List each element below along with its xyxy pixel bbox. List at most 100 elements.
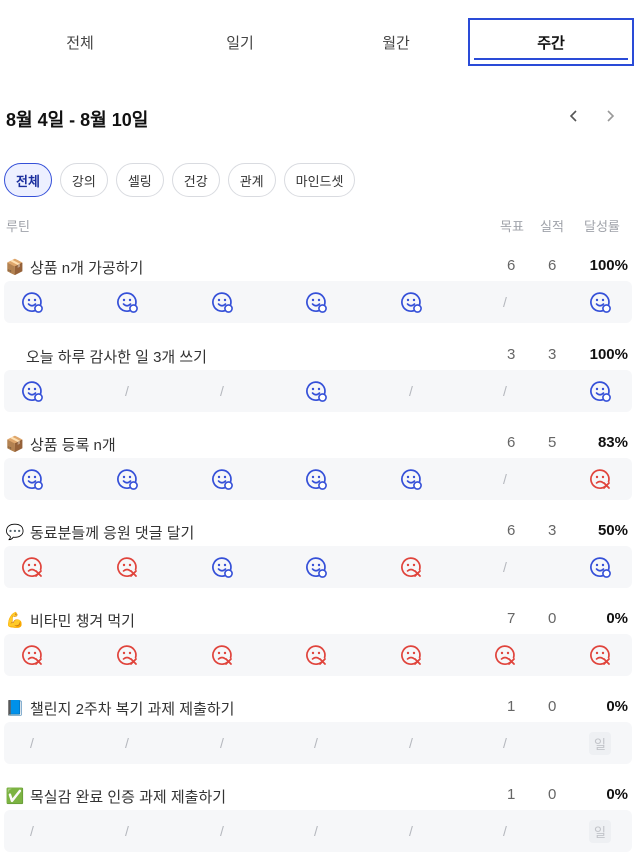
weekly-status-strip: / / / / / / 일 — [4, 810, 632, 852]
day-success-icon[interactable] — [391, 281, 431, 323]
routine-rate-value: 50% — [597, 522, 628, 539]
routine-actual-value: 3 — [548, 522, 557, 539]
routine-title[interactable]: 📦 상품 n개 가공하기 — [5, 255, 144, 279]
tab-monthly[interactable]: 월간 — [316, 18, 476, 66]
day-success-icon[interactable] — [107, 458, 147, 500]
filter-chip-lecture[interactable]: 강의 — [59, 163, 108, 197]
day-success-icon[interactable] — [296, 281, 336, 323]
day-empty-slash[interactable]: / — [202, 810, 242, 852]
tab-monthly-label: 월간 — [382, 34, 410, 52]
category-filter-bar: 전체 강의 셀링 건강 관계 마인드셋 — [4, 163, 356, 197]
day-failed-icon[interactable] — [391, 634, 431, 676]
routine-title[interactable]: 💪 비타민 챙겨 먹기 — [6, 608, 135, 632]
routine-rate-value: 0% — [606, 610, 628, 627]
routine-name-label: 상품 등록 n개 — [30, 436, 116, 454]
day-label-cell[interactable]: 일 — [580, 810, 620, 852]
check-box-icon: ✅ — [5, 787, 25, 805]
routine-actual-value: 0 — [548, 786, 557, 803]
day-success-icon[interactable] — [296, 546, 336, 588]
routine-actual-value: 0 — [548, 610, 557, 627]
package-icon: 📦 — [5, 258, 25, 276]
day-empty-slash[interactable]: / — [202, 370, 242, 412]
day-success-icon[interactable] — [580, 281, 620, 323]
routine-name-label: 챌린지 2주차 복기 과제 제출하기 — [30, 700, 235, 718]
tab-diary[interactable]: 일기 — [160, 18, 320, 66]
day-success-icon[interactable] — [580, 546, 620, 588]
day-empty-slash[interactable]: / — [296, 722, 336, 764]
day-success-icon[interactable] — [107, 281, 147, 323]
day-empty-slash[interactable]: / — [485, 722, 525, 764]
routine-row: 📘 챌린지 2주차 복기 과제 제출하기 1 0 0% / / / / / / 일 — [0, 696, 640, 786]
routine-rate-value: 100% — [589, 346, 628, 363]
day-success-icon[interactable] — [296, 458, 336, 500]
day-empty-slash[interactable]: / — [391, 722, 431, 764]
next-week-button[interactable] — [598, 104, 622, 128]
day-success-icon[interactable] — [391, 458, 431, 500]
day-failed-icon[interactable] — [107, 634, 147, 676]
day-empty-slash[interactable]: / — [391, 810, 431, 852]
routine-row: ✅ 목실감 완료 인증 과제 제출하기 1 0 0% / / / / / / 일 — [0, 784, 640, 865]
tab-weekly-label: 주간 — [537, 34, 565, 52]
routine-row: 오늘 하루 감사한 일 3개 쓰기 3 3 100% / / / / — [0, 344, 640, 434]
tab-all[interactable]: 전체 — [0, 18, 160, 66]
day-failed-icon[interactable] — [12, 634, 52, 676]
day-empty-slash[interactable]: / — [485, 458, 525, 500]
routine-title[interactable]: 📘 챌린지 2주차 복기 과제 제출하기 — [6, 696, 235, 720]
day-empty-slash[interactable]: / — [485, 370, 525, 412]
routine-rate-value: 0% — [606, 698, 628, 715]
day-empty-slash[interactable]: / — [391, 370, 431, 412]
filter-chip-mindset[interactable]: 마인드셋 — [283, 163, 356, 197]
day-empty-slash[interactable]: / — [296, 810, 336, 852]
day-label: 일 — [589, 731, 611, 755]
day-success-icon[interactable] — [12, 370, 52, 412]
view-tabs: 전체 일기 월간 주간 — [0, 0, 640, 70]
day-failed-icon[interactable] — [12, 546, 52, 588]
filter-chip-health[interactable]: 건강 — [171, 163, 220, 197]
day-success-icon[interactable] — [202, 546, 242, 588]
day-empty-slash[interactable]: / — [12, 810, 52, 852]
routine-title[interactable]: 📦 상품 등록 n개 — [6, 432, 116, 456]
column-header-rate: 달성률 — [584, 219, 620, 234]
filter-chip-selling[interactable]: 셀링 — [115, 163, 164, 197]
day-empty-slash[interactable]: / — [485, 810, 525, 852]
filter-chip-relationship[interactable]: 관계 — [227, 163, 276, 197]
day-failed-icon[interactable] — [580, 458, 620, 500]
day-empty-slash[interactable]: / — [107, 722, 147, 764]
routine-title[interactable]: ✅ 목실감 완료 인증 과제 제출하기 — [6, 784, 226, 808]
day-empty-slash[interactable]: / — [107, 370, 147, 412]
weekly-status-strip: / / / / — [4, 370, 632, 412]
day-label: 일 — [589, 819, 611, 843]
routine-title[interactable]: 💬 동료분들께 응원 댓글 달기 — [5, 520, 195, 544]
day-failed-icon[interactable] — [485, 634, 525, 676]
day-failed-icon[interactable] — [580, 634, 620, 676]
routine-goal-value: 6 — [507, 434, 516, 451]
day-success-icon[interactable] — [202, 281, 242, 323]
filter-chip-all[interactable]: 전체 — [4, 163, 52, 197]
day-empty-slash[interactable]: / — [107, 810, 147, 852]
routine-title[interactable]: 오늘 하루 감사한 일 3개 쓰기 — [26, 344, 207, 368]
routine-goal-value: 6 — [507, 257, 516, 274]
day-empty-slash[interactable]: / — [202, 722, 242, 764]
day-success-icon[interactable] — [202, 458, 242, 500]
chevron-right-icon — [607, 110, 615, 122]
day-success-icon[interactable] — [12, 281, 52, 323]
day-failed-icon[interactable] — [391, 546, 431, 588]
day-label-cell[interactable]: 일 — [580, 722, 620, 764]
weekly-status-strip: / — [4, 281, 632, 323]
tab-weekly[interactable]: 주간 — [468, 18, 634, 66]
day-success-icon[interactable] — [12, 458, 52, 500]
day-empty-slash[interactable]: / — [485, 281, 525, 323]
routine-rate-value: 0% — [606, 786, 628, 803]
column-header-goal: 목표 — [500, 219, 524, 234]
day-success-icon[interactable] — [296, 370, 336, 412]
day-failed-icon[interactable] — [296, 634, 336, 676]
day-empty-slash[interactable]: / — [12, 722, 52, 764]
routine-name-label: 목실감 완료 인증 과제 제출하기 — [30, 788, 227, 806]
previous-week-button[interactable] — [562, 104, 586, 128]
speech-bubble-icon: 💬 — [5, 523, 25, 541]
day-success-icon[interactable] — [580, 370, 620, 412]
day-failed-icon[interactable] — [202, 634, 242, 676]
day-empty-slash[interactable]: / — [485, 546, 525, 588]
day-failed-icon[interactable] — [107, 546, 147, 588]
routine-row: 📦 상품 등록 n개 6 5 83% / — [0, 432, 640, 522]
